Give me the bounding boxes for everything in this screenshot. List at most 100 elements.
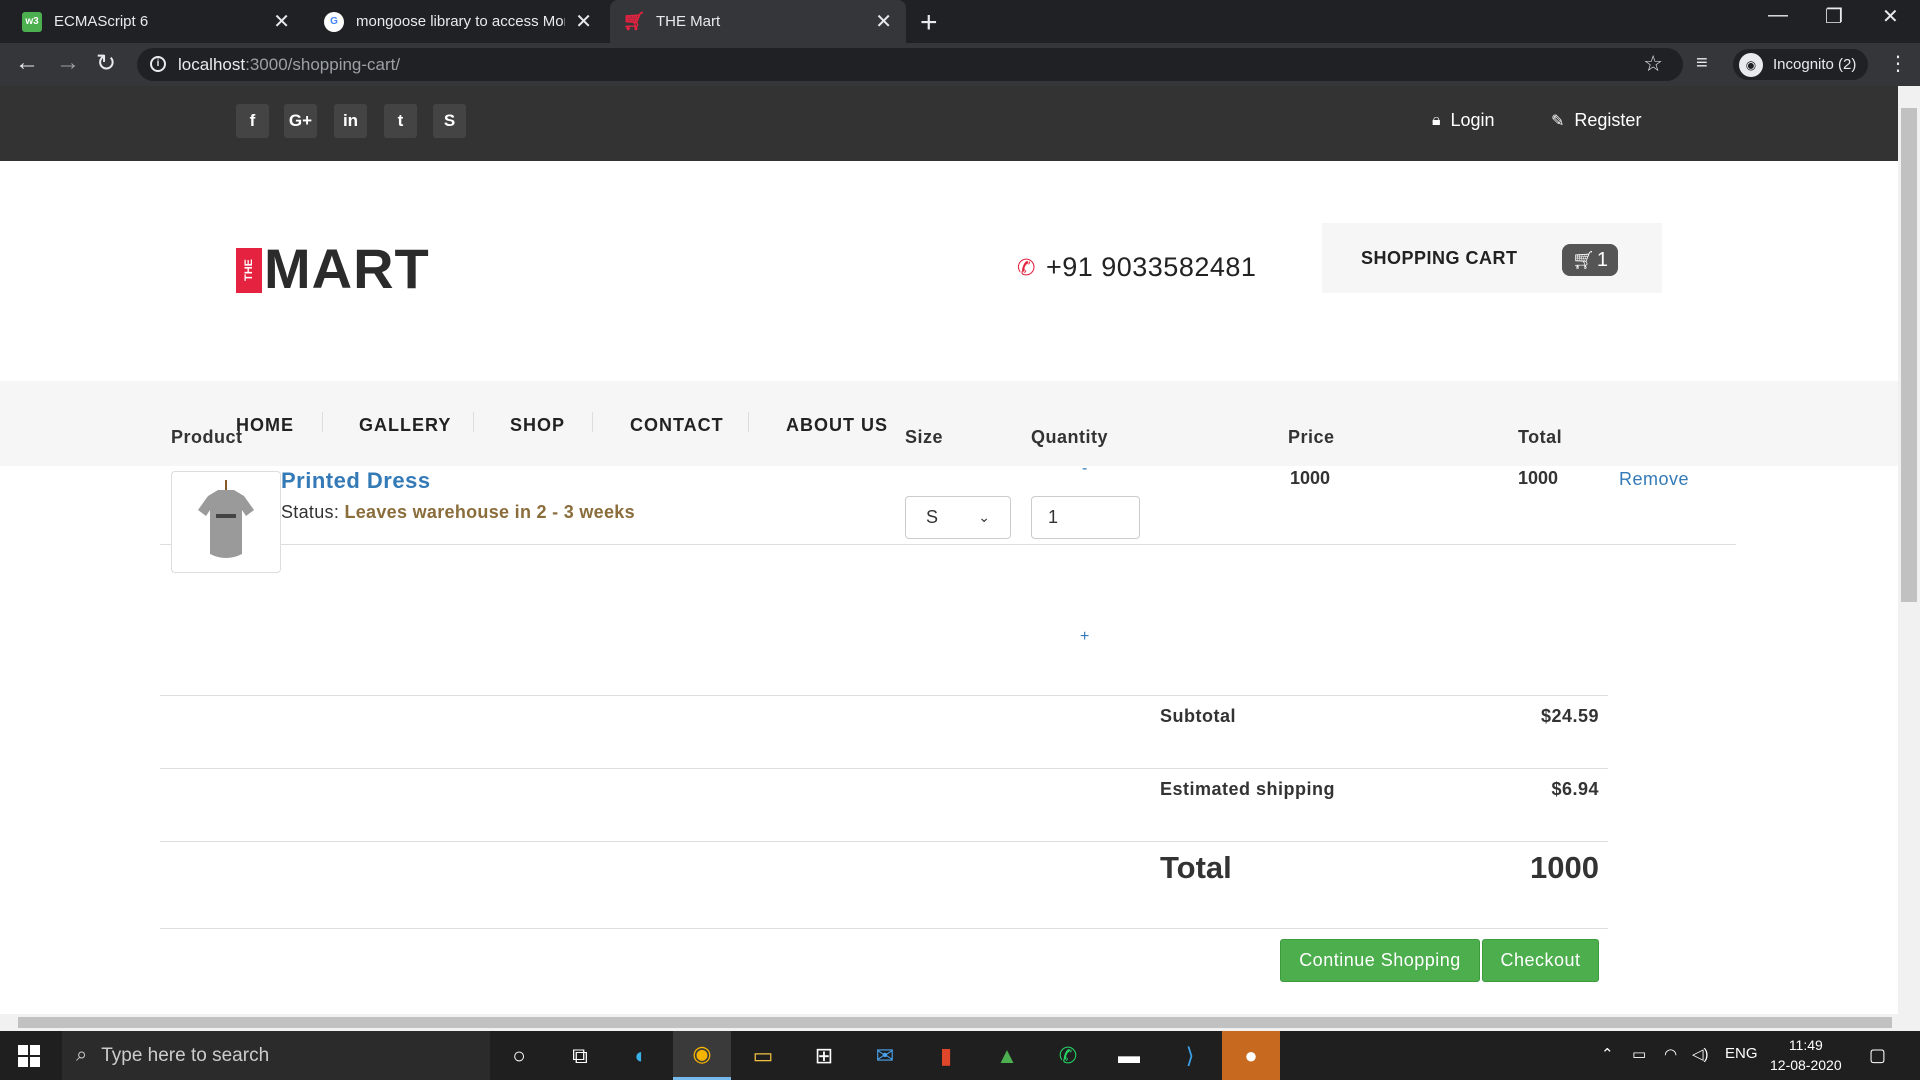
url-text[interactable]: localhost:3000/shopping-cart/ [178, 55, 400, 75]
twitter-icon[interactable]: t [384, 104, 417, 138]
notifications-icon[interactable]: ▢ [1869, 1045, 1886, 1066]
scrollbar-thumb[interactable] [1901, 108, 1917, 602]
nav-gallery[interactable]: GALLERY [359, 415, 451, 436]
shipping-label: Estimated shipping [1160, 779, 1336, 799]
mail-icon[interactable]: ✉ [856, 1031, 914, 1080]
nav-about-us[interactable]: ABOUT US [786, 415, 888, 436]
total-label: Total [1160, 850, 1232, 885]
address-bar[interactable]: i localhost:3000/shopping-cart/ ☆ [137, 48, 1683, 81]
close-tab-icon[interactable]: ✕ [575, 9, 592, 34]
mongodb-compass-icon[interactable]: ● [1222, 1031, 1280, 1080]
forward-icon[interactable]: → [56, 49, 80, 77]
tab-the-mart[interactable]: 🛒︎ THE Mart ✕ [610, 0, 906, 43]
product-name-link[interactable]: Printed Dress [281, 468, 431, 494]
cortana-icon[interactable]: ○ [490, 1031, 548, 1080]
remove-item-link[interactable]: Remove [1619, 469, 1689, 490]
vscode-icon[interactable]: ⟩ [1161, 1031, 1219, 1080]
profile-label: Incognito (2) [1773, 56, 1857, 73]
chrome-icon[interactable]: ◉ [673, 1031, 731, 1080]
size-select[interactable]: S ⌄ [905, 496, 1011, 539]
subtotal-label: Subtotal [1160, 706, 1236, 726]
shopping-cart-button[interactable]: SHOPPING CART 🛒︎ 1 [1322, 223, 1662, 293]
edge-icon[interactable]: ◐ [612, 1031, 670, 1080]
back-icon[interactable]: ← [15, 49, 39, 77]
tab-ecmascript[interactable]: w3 ECMAScript 6 ✕ [8, 0, 304, 43]
linkedin-icon[interactable]: in [334, 104, 367, 138]
site-logo[interactable]: THE MART [236, 241, 430, 297]
new-tab-button[interactable]: + [920, 6, 938, 40]
reload-icon[interactable]: ↻ [96, 49, 116, 78]
clock-time: 11:49 [1788, 1037, 1823, 1053]
menu-kebab-icon[interactable]: ⋮ [1888, 51, 1908, 76]
close-tab-icon[interactable]: ✕ [273, 9, 290, 34]
cart-count-badge: 🛒︎ 1 [1562, 244, 1618, 276]
tshirt-image [198, 480, 254, 558]
divider [160, 544, 1736, 545]
terminal-icon[interactable]: ▬ [1100, 1031, 1158, 1080]
whatsapp-icon[interactable]: ✆ [1039, 1031, 1097, 1080]
nav-divider [322, 412, 323, 432]
checkout-button[interactable]: Checkout [1482, 939, 1599, 982]
file-explorer-icon[interactable]: ▭ [734, 1031, 792, 1080]
vertical-scrollbar[interactable] [1898, 86, 1920, 1014]
chevron-up-icon[interactable]: ⌃ [1601, 1045, 1614, 1063]
tab-title: THE Mart [656, 13, 721, 30]
profile-button[interactable]: ◉ Incognito (2) [1733, 49, 1869, 80]
nav-contact[interactable]: CONTACT [630, 415, 724, 436]
header-total: Total [1518, 427, 1563, 447]
w3-icon: w3 [22, 11, 42, 32]
language-indicator[interactable]: ENG [1725, 1045, 1758, 1062]
register-label: Register [1574, 110, 1642, 130]
facebook-icon[interactable]: f [236, 104, 269, 138]
quantity-increment-button[interactable]: + [1080, 628, 1089, 646]
quantity-decrement-button[interactable]: - [1082, 460, 1087, 478]
login-link[interactable]: 🔒︎ Login [1432, 110, 1495, 131]
windows-start-icon[interactable] [18, 1045, 40, 1067]
clock[interactable]: 11:49 12-08-2020 [1770, 1035, 1842, 1075]
task-view-icon[interactable]: ⧉ [551, 1031, 609, 1080]
minimize-icon[interactable]: — [1768, 4, 1788, 27]
office-icon[interactable]: ▮ [917, 1031, 975, 1080]
header-price: Price [1288, 427, 1335, 447]
close-tab-icon[interactable]: ✕ [875, 9, 892, 34]
continue-shopping-button[interactable]: Continue Shopping [1280, 939, 1480, 982]
total-value: 1000 [1530, 850, 1599, 885]
skype-icon[interactable]: S [433, 104, 466, 138]
close-window-icon[interactable]: ✕ [1882, 4, 1899, 29]
wifi-icon[interactable]: ◠ [1664, 1045, 1677, 1063]
nav-shop[interactable]: SHOP [510, 415, 565, 436]
product-thumbnail[interactable] [171, 471, 281, 573]
site-info-icon[interactable]: i [150, 56, 166, 72]
reading-list-icon[interactable]: ≡ [1696, 52, 1708, 75]
tab-title: ECMAScript 6 [54, 13, 149, 30]
chevron-down-icon: ⌄ [978, 509, 990, 525]
cart-icon: 🛒︎ [1572, 249, 1595, 270]
store-icon[interactable]: ⊞ [795, 1031, 853, 1080]
volume-icon[interactable]: ◁) [1692, 1045, 1709, 1063]
google-icon: G [324, 11, 344, 32]
taskbar: ⌕ Type here to search ○ ⧉ ◐ ◉ ▭ ⊞ ✉ ▮ ▲ … [0, 1031, 1920, 1080]
search-icon: ⌕ [76, 1044, 88, 1066]
item-price: 1000 [1290, 468, 1331, 488]
browser-tab-bar: w3 ECMAScript 6 ✕ G mongoose library to … [0, 0, 1920, 43]
nav-home[interactable]: HOME [236, 415, 294, 436]
google-plus-icon[interactable]: G+ [284, 104, 317, 138]
incognito-icon: ◉ [1739, 52, 1763, 77]
scrollbar-thumb[interactable] [18, 1017, 1892, 1028]
browser-toolbar: ← → ↻ i localhost:3000/shopping-cart/ ☆ … [0, 43, 1920, 86]
quantity-input[interactable]: 1 [1031, 496, 1140, 539]
header-size: Size [905, 427, 944, 447]
divider [160, 928, 1608, 929]
bookmark-star-icon[interactable]: ☆ [1643, 51, 1663, 77]
logo-the: THE [236, 248, 262, 293]
rocket-app-icon[interactable]: ▲ [978, 1031, 1036, 1080]
status-text: Leaves warehouse in 2 - 3 weeks [344, 502, 635, 522]
battery-icon[interactable]: ▭ [1632, 1045, 1646, 1063]
tab-mongoose[interactable]: G mongoose library to access Mon ✕ [310, 0, 606, 43]
site-header: THE MART ✆ +91 9033582481 SHOPPING CART … [0, 161, 1898, 381]
register-link[interactable]: ✎ Register [1551, 110, 1641, 131]
restore-icon[interactable]: ❐ [1825, 4, 1843, 29]
url-host: localhost [178, 55, 246, 74]
horizontal-scrollbar[interactable] [0, 1014, 1920, 1031]
taskbar-search[interactable]: ⌕ Type here to search [62, 1031, 490, 1080]
